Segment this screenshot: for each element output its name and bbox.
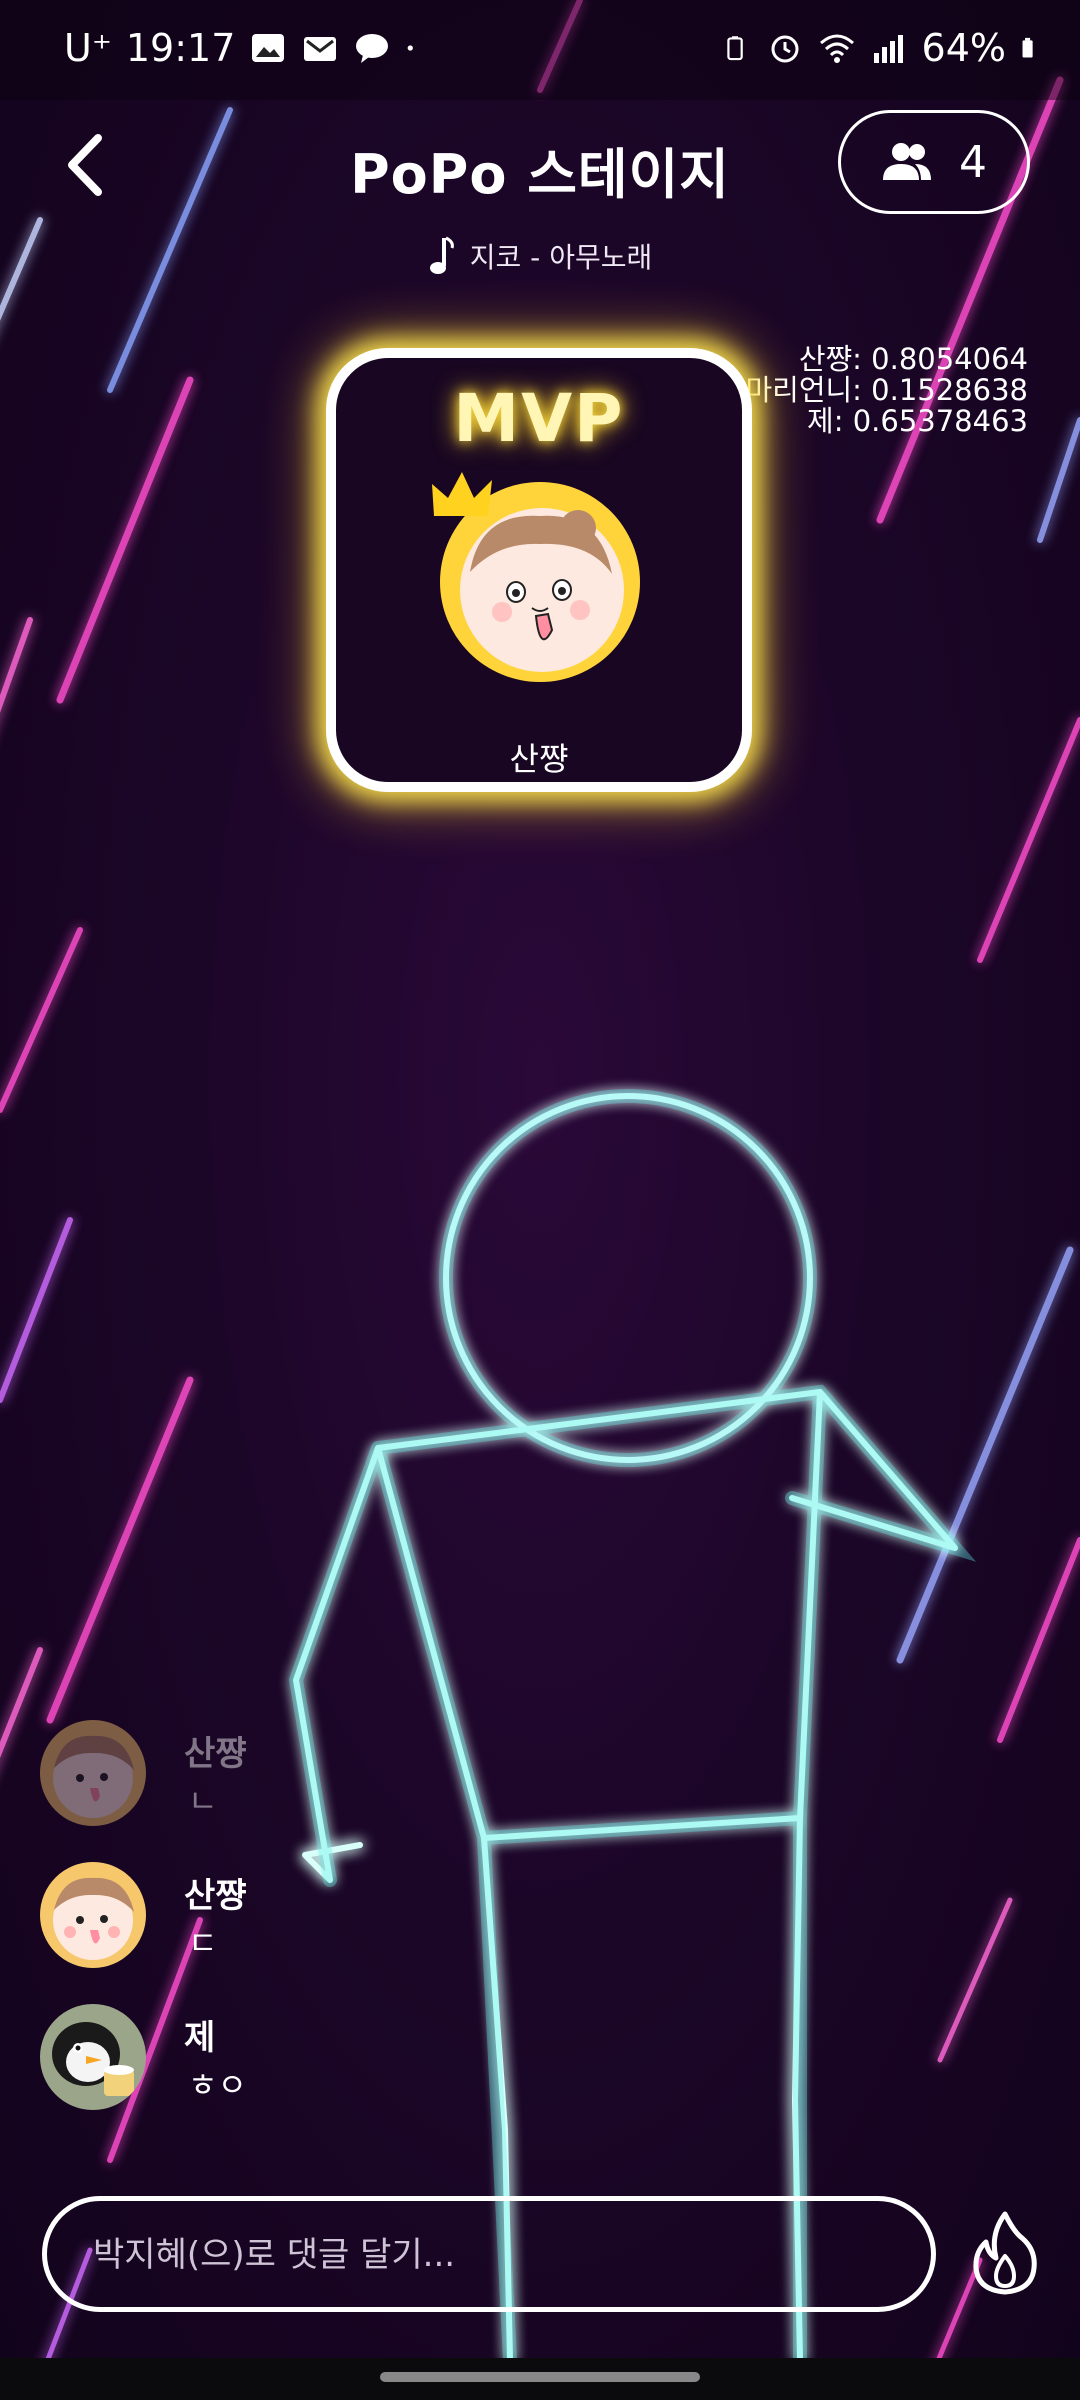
score-entry: 마리언니: 0.1528638	[745, 373, 1028, 407]
kakaotalk-icon	[356, 34, 389, 63]
fire-button[interactable]	[970, 2210, 1040, 2296]
chat-item: 산쨩 ㄷ	[40, 1862, 500, 2004]
mvp-name: 산쨩	[509, 740, 569, 778]
people-icon	[883, 143, 931, 180]
chat-avatar[interactable]	[40, 1862, 146, 1968]
members-button[interactable]: 4	[838, 110, 1030, 214]
chat-message: ㄴ	[188, 1782, 218, 1820]
battery-saver-icon	[726, 36, 743, 61]
chat-item: 제 ㅎㅇ	[40, 2004, 500, 2146]
score-entry: 산쨩: 0.8054064	[798, 342, 1028, 376]
comment-box[interactable]	[42, 2196, 936, 2312]
chat-name: 산쨩	[184, 1876, 247, 1916]
chat-name: 제	[184, 2018, 216, 2058]
character-face-icon	[40, 1720, 146, 1826]
song-title: 지코 - 아무노래	[469, 241, 653, 274]
now-playing: 지코 - 아무노래	[0, 236, 1080, 276]
battery-percent: 64%	[921, 26, 1006, 70]
chat-list: 산쨩 ㄴ 산쨩 ㄷ 제 ㅎㅇ	[40, 1720, 500, 2146]
members-count: 4	[959, 136, 987, 188]
alarm-icon	[771, 35, 799, 63]
score-entry: 제: 0.65378463	[807, 404, 1028, 438]
mvp-card: MVP 산쨩	[326, 348, 752, 792]
status-time: 19:17	[125, 26, 236, 70]
chat-message: ㅎㅇ	[188, 2066, 247, 2104]
penguin-icon	[40, 2004, 146, 2110]
status-bar: U⁺ 19:17 64%	[0, 0, 1080, 100]
mvp-label: MVP	[453, 380, 625, 457]
mail-icon	[304, 37, 337, 61]
chat-item: 산쨩 ㄴ	[40, 1720, 500, 1862]
battery-icon	[1022, 37, 1033, 58]
character-face-icon	[40, 1862, 146, 1968]
wifi-icon	[819, 34, 854, 63]
home-indicator[interactable]	[380, 2372, 700, 2382]
signal-icon	[873, 35, 903, 63]
chat-avatar[interactable]	[40, 1720, 146, 1826]
carrier-label: U⁺	[64, 26, 112, 70]
comment-input[interactable]	[91, 2201, 895, 2309]
chat-avatar[interactable]	[40, 2004, 146, 2110]
score-list: 산쨩: 0.8054064 마리언니: 0.1528638 제: 0.65378…	[745, 344, 1028, 437]
chat-message: ㄷ	[188, 1924, 218, 1962]
status-bar-left: U⁺ 19:17	[64, 26, 425, 70]
crown-icon	[432, 472, 492, 516]
status-bar-right: 64%	[724, 26, 1044, 70]
notification-dot-icon	[408, 45, 414, 51]
chat-name: 산쨩	[184, 1734, 247, 1774]
music-note-icon	[429, 236, 454, 274]
gallery-icon	[252, 34, 285, 62]
top-bar: PoPo 스테이지 4	[0, 110, 1080, 220]
